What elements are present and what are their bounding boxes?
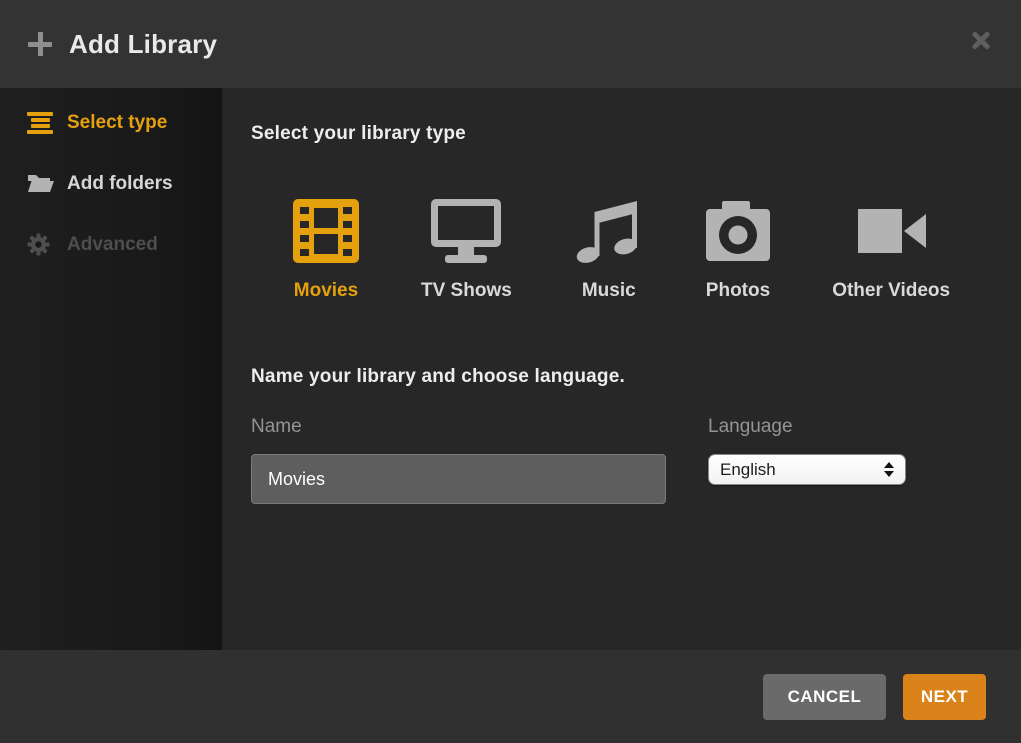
type-option-label: Other Videos bbox=[832, 280, 950, 302]
language-select[interactable]: English bbox=[708, 454, 906, 485]
type-option-label: Movies bbox=[294, 280, 358, 302]
sidebar-item-select-type[interactable]: Select type bbox=[0, 92, 222, 153]
language-label: Language bbox=[708, 416, 908, 438]
sidebar-item-advanced[interactable]: Advanced bbox=[0, 214, 222, 275]
dialog-title: Add Library bbox=[69, 29, 217, 60]
library-type-heading: Select your library type bbox=[251, 123, 1021, 145]
type-option-label: TV Shows bbox=[421, 280, 512, 302]
camera-icon bbox=[706, 198, 770, 264]
language-selected-value: English bbox=[720, 460, 776, 480]
steps-sidebar: Select type Add folders Advanced bbox=[0, 88, 222, 650]
next-button[interactable]: NEXT bbox=[903, 674, 986, 720]
tv-icon bbox=[431, 198, 501, 264]
close-icon bbox=[971, 30, 991, 50]
type-option-music[interactable]: Music bbox=[574, 198, 644, 302]
sidebar-item-label: Advanced bbox=[67, 234, 158, 256]
name-label: Name bbox=[251, 416, 666, 438]
sidebar-item-label: Select type bbox=[67, 112, 167, 134]
close-button[interactable] bbox=[967, 26, 995, 54]
library-type-row: Movies TV Shows bbox=[293, 198, 1021, 302]
select-stepper-icon bbox=[884, 462, 894, 477]
name-language-heading: Name your library and choose language. bbox=[251, 366, 1021, 388]
library-name-input[interactable] bbox=[251, 454, 666, 504]
type-option-movies[interactable]: Movies bbox=[293, 198, 359, 302]
film-icon bbox=[293, 198, 359, 264]
folder-icon bbox=[27, 172, 54, 196]
music-note-icon bbox=[574, 198, 644, 264]
video-camera-icon bbox=[856, 198, 926, 264]
type-option-other-videos[interactable]: Other Videos bbox=[832, 198, 950, 302]
type-option-tv-shows[interactable]: TV Shows bbox=[421, 198, 512, 302]
type-option-label: Music bbox=[582, 280, 636, 302]
sidebar-item-label: Add folders bbox=[67, 173, 173, 195]
plus-icon bbox=[28, 32, 52, 56]
type-option-photos[interactable]: Photos bbox=[706, 198, 770, 302]
type-list-icon bbox=[27, 111, 54, 135]
name-language-form: Name Language English bbox=[251, 416, 1021, 504]
dialog-header: Add Library bbox=[0, 0, 1021, 88]
gear-icon bbox=[27, 233, 54, 257]
sidebar-item-add-folders[interactable]: Add folders bbox=[0, 153, 222, 214]
dialog-footer: CANCEL NEXT bbox=[0, 650, 1021, 743]
type-option-label: Photos bbox=[706, 280, 770, 302]
dialog-body: Select your library type bbox=[222, 88, 1021, 650]
cancel-button[interactable]: CANCEL bbox=[763, 674, 886, 720]
